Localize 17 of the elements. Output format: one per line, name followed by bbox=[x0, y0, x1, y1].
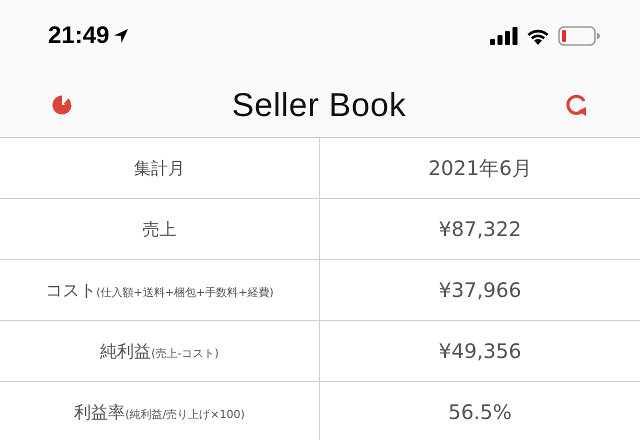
row-value: ¥37,966 bbox=[438, 277, 522, 304]
row-value: ¥49,356 bbox=[438, 338, 522, 365]
app-title: Seller Book bbox=[232, 86, 406, 124]
row-label: 純利益(売上-コスト) bbox=[0, 321, 320, 381]
row-value: ¥87,322 bbox=[438, 216, 522, 243]
row-label: コスト(仕入額+送料+梱包+手数料+経費) bbox=[0, 260, 320, 320]
battery-icon bbox=[558, 26, 600, 46]
row-label: 売上 bbox=[0, 199, 320, 259]
row-label: 利益率(純利益/売り上げ×100) bbox=[0, 382, 320, 440]
row-value: 56.5% bbox=[447, 399, 513, 426]
row-value: 2021年6月 bbox=[427, 154, 533, 182]
location-arrow-icon bbox=[113, 28, 130, 44]
signal-icon bbox=[490, 27, 518, 45]
wifi-icon bbox=[526, 27, 550, 45]
status-time: 21:49 bbox=[48, 22, 110, 50]
row-label: 集計月 bbox=[0, 138, 320, 198]
pie-chart-icon[interactable] bbox=[50, 92, 74, 116]
